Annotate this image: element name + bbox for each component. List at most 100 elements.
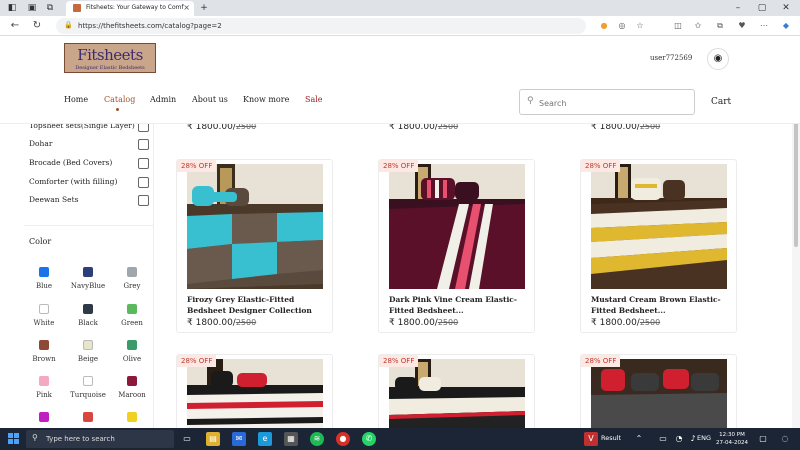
whatsapp-icon[interactable]: ✆ (362, 432, 376, 446)
favorite-star-icon[interactable]: ☆ (634, 20, 646, 32)
product-title[interactable]: Dark Pink Vine Cream Elastic-Fitted Beds… (389, 294, 529, 316)
product-image[interactable] (187, 359, 323, 428)
swatch-chip (39, 340, 49, 350)
color-swatch-beige[interactable]: Beige (68, 340, 108, 363)
result-label: Result (601, 434, 622, 442)
chrome-icon[interactable]: ● (336, 432, 350, 446)
browser-menu-icon[interactable]: ◧ (6, 2, 18, 14)
color-swatch-purple[interactable] (24, 412, 64, 422)
color-swatch-white[interactable]: White (24, 304, 64, 327)
back-icon[interactable]: ← (8, 20, 22, 32)
swatch-chip (39, 376, 49, 386)
color-swatch-red[interactable] (68, 412, 108, 422)
color-swatch-grey[interactable]: Grey (112, 267, 152, 290)
product-image[interactable] (187, 164, 323, 289)
refresh-icon[interactable]: ↻ (30, 20, 44, 32)
tab-close-icon[interactable]: × (183, 3, 190, 12)
product-card[interactable]: 28% OFF Dark Pink Vine Cream Elastic-Fit… (378, 159, 535, 333)
filter-brocade[interactable]: Brocade (Bed Covers) (29, 158, 153, 170)
wifi-icon[interactable]: ◔ (672, 432, 686, 446)
color-swatch-brown[interactable]: Brown (24, 340, 64, 363)
search-box[interactable]: ⚲ (519, 89, 695, 115)
more-menu-icon[interactable]: ⋯ (758, 20, 770, 32)
product-image[interactable] (591, 164, 727, 289)
extension-icon[interactable]: ● (598, 20, 610, 32)
result-app-icon[interactable]: V (584, 432, 598, 446)
nav-home[interactable]: Home (64, 95, 88, 104)
task-view-icon[interactable]: ▭ (180, 432, 194, 446)
color-swatch-olive[interactable]: Olive (112, 340, 152, 363)
filter-checkbox[interactable] (138, 139, 149, 150)
store-icon[interactable]: ▦ (284, 432, 298, 446)
edge-icon[interactable]: e (258, 432, 272, 446)
product-card[interactable]: 28% OFF (580, 354, 737, 428)
close-window-icon[interactable]: ✕ (780, 2, 792, 14)
url-field[interactable]: 🔒 https://thefitsheets.com/catalog?page=… (56, 18, 586, 34)
site-logo[interactable]: Fitsheets Designer Elastic Bedsheets (64, 43, 156, 73)
nav-catalog[interactable]: Catalog (104, 95, 135, 104)
color-swatch-pink[interactable]: Pink (24, 376, 64, 399)
filter-checkbox[interactable] (138, 195, 149, 206)
filter-dohar[interactable]: Dohar (29, 139, 153, 151)
color-swatch-yellow[interactable] (112, 412, 152, 422)
extension2-icon[interactable]: ◎ (616, 20, 628, 32)
copilot-icon[interactable]: ◆ (780, 20, 792, 32)
color-swatch-black[interactable]: Black (68, 304, 108, 327)
product-card[interactable]: 28% OFF Mustard Cream Brown Elastic-Fitt… (580, 159, 737, 333)
color-swatch-green[interactable]: Green (112, 304, 152, 327)
collections-icon[interactable]: ⧉ (714, 20, 726, 32)
nav-know-more[interactable]: Know more (243, 95, 289, 104)
minimize-icon[interactable]: – (732, 2, 744, 14)
favorites-icon[interactable]: ✩ (692, 20, 704, 32)
product-price: ₹ 1800.00/2500 (389, 318, 459, 328)
tab-active[interactable]: Fitsheets: Your Gateway to Comf × (66, 1, 194, 16)
spotify-icon[interactable]: ≋ (310, 432, 324, 446)
filter-label: Deewan Sets (29, 195, 79, 204)
new-tab-icon[interactable]: + (198, 2, 210, 14)
color-swatch-turquoise[interactable]: Turquoise (68, 376, 108, 399)
split-screen-icon[interactable]: ◫ (672, 20, 684, 32)
nav-admin[interactable]: Admin (150, 95, 176, 104)
product-card[interactable]: 28% OFF (378, 354, 535, 428)
windows-start-icon[interactable] (8, 433, 19, 444)
page-viewport: ₹ 1800.00/2500 ₹ 1800.00/2500 ₹ 1800.00/… (0, 37, 800, 428)
notifications-icon[interactable]: ▢ (756, 432, 770, 446)
product-image[interactable] (389, 164, 525, 289)
mail-icon[interactable]: ✉ (232, 432, 246, 446)
workspaces-icon[interactable]: ▣ (26, 2, 38, 14)
user-account-icon[interactable]: ◉ (707, 48, 729, 70)
swatch-label: Blue (35, 282, 53, 290)
swatch-label: Pink (36, 391, 52, 399)
nav-about[interactable]: About us (192, 95, 228, 104)
tab-actions-icon[interactable]: ⧉ (44, 2, 56, 14)
filter-deewan[interactable]: Deewan Sets (29, 195, 153, 207)
maximize-icon[interactable]: ▢ (756, 2, 768, 14)
product-title[interactable]: Firozy Grey Elastic-Fitted Bedsheet Desi… (187, 294, 327, 316)
file-explorer-icon[interactable]: ▤ (206, 432, 220, 446)
product-image[interactable] (591, 359, 727, 428)
filter-comforter[interactable]: Comforter (with filling) (29, 177, 153, 189)
search-input[interactable] (539, 96, 689, 110)
color-swatch-navyblue[interactable]: NavyBlue (68, 267, 108, 290)
nav-sale[interactable]: Sale (305, 95, 323, 104)
show-desktop-icon[interactable]: ◌ (778, 432, 792, 446)
profile-icon[interactable]: ♥ (736, 20, 748, 32)
tray-chevron-icon[interactable]: ⌃ (632, 432, 646, 446)
language-indicator[interactable]: ENG (697, 434, 711, 442)
product-title[interactable]: Mustard Cream Brown Elastic-Fitted Bedsh… (591, 294, 731, 316)
product-card[interactable]: 28% OFF (176, 354, 333, 428)
filter-checkbox[interactable] (138, 177, 149, 188)
swatch-chip (39, 304, 49, 314)
discount-badge: 28% OFF (177, 355, 217, 367)
color-swatch-blue[interactable]: Blue (24, 267, 64, 290)
taskbar-search[interactable]: ⚲ Type here to search (26, 430, 174, 448)
clock[interactable]: 12:30 PM 27-04-2024 (712, 431, 752, 447)
product-card[interactable]: 28% OFF (176, 159, 333, 333)
swatch-chip (127, 304, 137, 314)
filter-checkbox[interactable] (138, 158, 149, 169)
cart-link[interactable]: Cart (711, 97, 731, 107)
clock-date: 27-04-2024 (716, 440, 748, 446)
color-swatch-maroon[interactable]: Maroon (112, 376, 152, 399)
product-image[interactable] (389, 359, 525, 428)
address-bar-row: ← ↻ 🔒 https://thefitsheets.com/catalog?p… (0, 16, 800, 36)
